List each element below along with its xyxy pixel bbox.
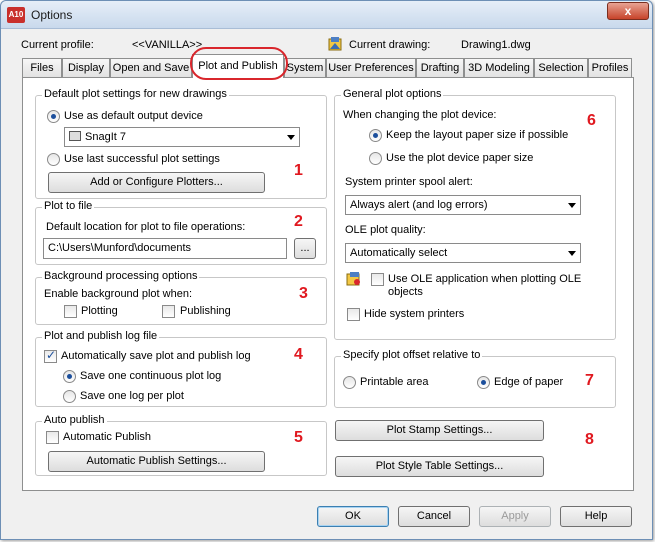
background-publishing-checkbox[interactable] <box>162 305 175 318</box>
annotation-number-6: 6 <box>587 112 596 129</box>
current-drawing-label: Current drawing: <box>349 39 431 51</box>
annotation-number-1: 1 <box>294 162 303 179</box>
use-default-device-label: Use as default output device <box>64 110 203 122</box>
use-ole-application-checkbox[interactable] <box>371 273 384 286</box>
use-last-settings-radio[interactable] <box>47 153 60 166</box>
annotation-number-7: 7 <box>585 372 594 389</box>
close-button[interactable]: x <box>607 2 649 20</box>
title-bar[interactable]: A10 Options x <box>1 1 652 29</box>
chevron-down-icon <box>568 251 576 256</box>
default-plot-settings-title: Default plot settings for new drawings <box>42 88 229 100</box>
spool-alert-combo[interactable]: Always alert (and log errors) <box>345 195 581 215</box>
chevron-down-icon <box>287 135 295 140</box>
continuous-log-radio[interactable] <box>63 370 76 383</box>
edge-of-paper-label: Edge of paper <box>494 376 564 388</box>
ole-application-icon <box>346 272 360 286</box>
tab-selection[interactable]: Selection <box>534 58 588 77</box>
browse-location-button[interactable]: ... <box>294 238 316 259</box>
printer-icon <box>69 131 81 141</box>
annotation-number-4: 4 <box>294 346 303 363</box>
plot-file-location-input[interactable]: C:\Users\Munford\documents <box>43 238 287 259</box>
automatic-publish-settings-button[interactable]: Automatic Publish Settings... <box>48 451 265 472</box>
use-default-device-radio[interactable] <box>47 110 60 123</box>
apply-button[interactable]: Apply <box>479 506 551 527</box>
plot-stamp-settings-button[interactable]: Plot Stamp Settings... <box>335 420 544 441</box>
drawing-file-icon <box>328 37 342 51</box>
plot-to-file-title: Plot to file <box>42 200 95 212</box>
printable-area-label: Printable area <box>360 376 429 388</box>
automatic-publish-checkbox[interactable] <box>46 431 59 444</box>
hide-system-printers-label: Hide system printers <box>364 308 465 320</box>
automatic-publish-label: Automatic Publish <box>63 431 152 443</box>
tab-open-and-save[interactable]: Open and Save <box>110 58 192 77</box>
autocad-app-icon: A10 <box>7 7 25 23</box>
plot-file-location-label: Default location for plot to file operat… <box>46 221 246 233</box>
auto-publish-group: Auto publish Automatic Publish Automatic… <box>35 414 327 476</box>
edge-of-paper-radio[interactable] <box>477 376 490 389</box>
window-title: Options <box>31 8 73 22</box>
use-ole-application-label: Use OLE application when plotting OLE <box>388 273 582 285</box>
use-last-settings-label: Use last successful plot settings <box>64 153 220 165</box>
tab-user-preferences[interactable]: User Preferences <box>326 58 416 77</box>
default-device-combo[interactable]: SnagIt 7 <box>64 127 300 147</box>
ole-quality-value: Automatically select <box>350 247 448 259</box>
plot-publish-log-group: Plot and publish log file Automatically … <box>35 330 327 407</box>
plot-to-file-group: Plot to file Default location for plot t… <box>35 200 327 265</box>
plot-offset-title: Specify plot offset relative to <box>341 349 483 361</box>
log-per-plot-label: Save one log per plot <box>80 390 184 402</box>
tab-plot-and-publish[interactable]: Plot and Publish <box>192 54 284 78</box>
annotation-number-8: 8 <box>585 431 594 448</box>
tab-system[interactable]: System <box>284 58 326 77</box>
enable-background-label: Enable background plot when: <box>44 288 192 300</box>
current-profile-value: <<VANILLA>> <box>132 39 203 51</box>
ole-quality-combo[interactable]: Automatically select <box>345 243 581 263</box>
keep-layout-paper-label: Keep the layout paper size if possible <box>386 129 569 141</box>
default-plot-settings-group: Default plot settings for new drawings U… <box>35 88 327 199</box>
default-device-value: SnagIt 7 <box>85 131 126 143</box>
background-plotting-checkbox[interactable] <box>64 305 77 318</box>
tab-files[interactable]: Files <box>22 58 62 77</box>
ole-quality-label: OLE plot quality: <box>345 224 426 236</box>
cancel-button[interactable]: Cancel <box>398 506 470 527</box>
use-ole-application-label-line2: objects <box>388 286 423 298</box>
continuous-log-label: Save one continuous plot log <box>80 370 222 382</box>
plot-style-table-settings-button[interactable]: Plot Style Table Settings... <box>335 456 544 477</box>
background-processing-group: Background processing options Enable bac… <box>35 270 327 325</box>
general-plot-options-title: General plot options <box>341 88 444 100</box>
hide-system-printers-checkbox[interactable] <box>347 308 360 321</box>
add-configure-plotters-button[interactable]: Add or Configure Plotters... <box>48 172 265 193</box>
annotation-number-3: 3 <box>299 285 308 302</box>
tab-profiles[interactable]: Profiles <box>588 58 632 77</box>
auto-save-log-label: Automatically save plot and publish log <box>61 350 251 362</box>
help-button[interactable]: Help <box>560 506 632 527</box>
spool-alert-value: Always alert (and log errors) <box>350 199 488 211</box>
current-profile-label: Current profile: <box>21 39 94 51</box>
annotation-number-5: 5 <box>294 429 303 446</box>
use-device-paper-label: Use the plot device paper size <box>386 152 534 164</box>
keep-layout-paper-radio[interactable] <box>369 129 382 142</box>
tab-drafting[interactable]: Drafting <box>416 58 464 77</box>
auto-save-log-checkbox[interactable] <box>44 348 57 363</box>
annotation-number-2: 2 <box>294 213 303 230</box>
spool-alert-label: System printer spool alert: <box>345 176 473 188</box>
ok-button[interactable]: OK <box>317 506 389 527</box>
use-device-paper-radio[interactable] <box>369 152 382 165</box>
general-plot-options-group: General plot options When changing the p… <box>334 88 616 340</box>
plot-and-publish-panel: Default plot settings for new drawings U… <box>22 77 634 491</box>
options-dialog: A10 Options x Current profile: <<VANILLA… <box>0 0 653 540</box>
background-publishing-label: Publishing <box>180 305 231 317</box>
chevron-down-icon <box>568 203 576 208</box>
plot-publish-log-title: Plot and publish log file <box>42 330 160 342</box>
plot-offset-group: Specify plot offset relative to Printabl… <box>334 349 616 408</box>
printable-area-radio[interactable] <box>343 376 356 389</box>
auto-publish-title: Auto publish <box>42 414 107 426</box>
current-drawing-value: Drawing1.dwg <box>461 39 531 51</box>
background-plotting-label: Plotting <box>81 305 118 317</box>
log-per-plot-radio[interactable] <box>63 390 76 403</box>
tab-3d-modeling[interactable]: 3D Modeling <box>464 58 534 77</box>
tab-display[interactable]: Display <box>62 58 110 77</box>
when-changing-device-label: When changing the plot device: <box>343 109 497 121</box>
background-processing-title: Background processing options <box>42 270 200 282</box>
